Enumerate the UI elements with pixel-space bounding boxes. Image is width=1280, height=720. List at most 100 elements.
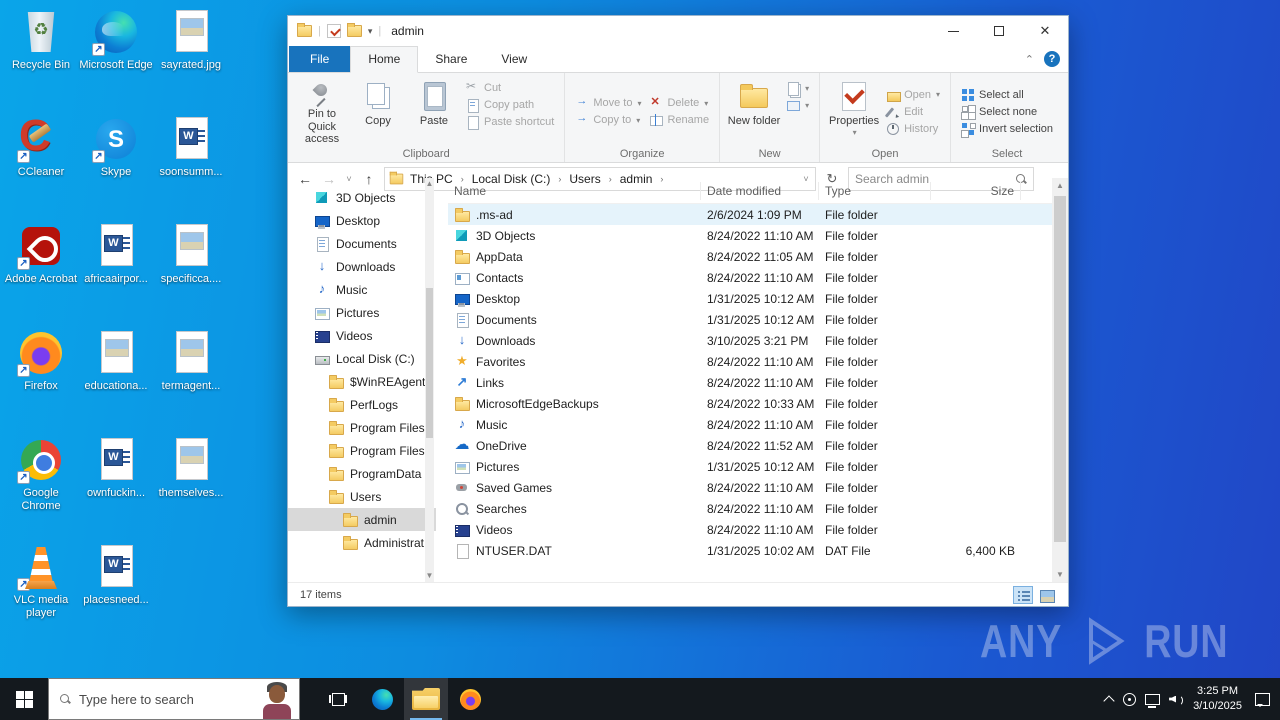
- desktop-icon-placesneed[interactable]: placesneed...: [79, 543, 153, 607]
- nav-item-music[interactable]: ♪ Music: [288, 278, 436, 301]
- nav-item-3d-objects[interactable]: 3D Objects: [288, 186, 436, 209]
- tab-file[interactable]: File: [289, 46, 351, 72]
- large-icons-view-button[interactable]: [1036, 586, 1056, 604]
- tab-view[interactable]: View: [484, 47, 544, 72]
- desktop-icon-educationa[interactable]: educationa...: [79, 329, 153, 393]
- close-button[interactable]: ✕: [1022, 16, 1068, 46]
- network-icon[interactable]: [1145, 693, 1161, 708]
- properties-button[interactable]: Properties ▾: [826, 77, 882, 146]
- task-view-button[interactable]: [316, 678, 360, 720]
- nav-item-administrat[interactable]: Administrat: [288, 531, 436, 554]
- maximize-button[interactable]: [976, 16, 1022, 46]
- desktop-icon-ownfuckin[interactable]: ownfuckin...: [79, 436, 153, 500]
- nav-item-admin[interactable]: admin: [288, 508, 436, 531]
- cut-button[interactable]: Cut: [466, 79, 554, 95]
- desktop-icon-vlc-media-player[interactable]: ↗ VLC media player: [4, 543, 78, 620]
- action-center-icon[interactable]: [1255, 692, 1270, 707]
- file-row-ntuser-dat[interactable]: NTUSER.DAT 1/31/2025 10:02 AM DAT File 6,40…: [448, 540, 1068, 561]
- file-row-pictures[interactable]: Pictures 1/31/2025 10:12 AM File folder: [448, 456, 1068, 477]
- desktop-icon-africaairpor[interactable]: africaairpor...: [79, 222, 153, 286]
- file-row-searches[interactable]: Searches 8/24/2022 11:10 AM File folder: [448, 498, 1068, 519]
- qat-folder-icon[interactable]: [297, 23, 312, 37]
- nav-item-documents[interactable]: Documents: [288, 232, 436, 255]
- select-all-button[interactable]: Select all: [961, 88, 1053, 102]
- minimize-button[interactable]: [930, 16, 976, 46]
- desktop-icon-soonsumm[interactable]: soonsumm...: [154, 115, 228, 179]
- nav-item-perflogs[interactable]: PerfLogs: [288, 393, 436, 416]
- copy-path-button[interactable]: Copy path: [466, 98, 554, 113]
- qat-new-folder-icon[interactable]: [346, 23, 362, 37]
- desktop-icon-recycle-bin[interactable]: Recycle Bin: [4, 8, 78, 72]
- file-row-appdata[interactable]: AppData 8/24/2022 11:05 AM File folder: [448, 246, 1068, 267]
- file-row-onedrive[interactable]: ☁ OneDrive 8/24/2022 11:52 AM File folder: [448, 435, 1068, 456]
- file-row-ms-ad[interactable]: .ms-ad 2/6/2024 1:09 PM File folder: [448, 204, 1068, 225]
- copy-to-button[interactable]: Copy to▾: [575, 112, 641, 127]
- list-scroll-up-icon[interactable]: ▲: [1052, 178, 1068, 193]
- paste-button[interactable]: Paste: [406, 77, 462, 146]
- column-header-type[interactable]: Type: [819, 181, 931, 200]
- new-item-button[interactable]: ▾: [786, 81, 809, 96]
- qat-properties-icon[interactable]: [326, 24, 341, 38]
- file-row-links[interactable]: ↗ Links 8/24/2022 11:10 AM File folder: [448, 372, 1068, 393]
- desktop-icon-google-chrome[interactable]: ↗ Google Chrome: [4, 436, 78, 513]
- taskbar-firefox-button[interactable]: [448, 678, 492, 720]
- pin-to-quick-access-button[interactable]: Pin to Quick access: [294, 77, 350, 146]
- file-row-microsoftedgebackups[interactable]: MicrosoftEdgeBackups 8/24/2022 10:33 AM Fi…: [448, 393, 1068, 414]
- easy-access-button[interactable]: ▾: [786, 98, 809, 112]
- list-scroll-down-icon[interactable]: ▼: [1052, 567, 1068, 582]
- file-row-downloads[interactable]: ↓ Downloads 3/10/2025 3:21 PM File folder: [448, 330, 1068, 351]
- desktop-icon-sayrated-jpg[interactable]: sayrated.jpg: [154, 8, 228, 72]
- volume-icon[interactable]: [1169, 693, 1184, 706]
- nav-scroll-up-icon[interactable]: ▲: [425, 178, 434, 190]
- move-to-button[interactable]: Move to▾: [575, 95, 641, 110]
- select-none-button[interactable]: Select none: [961, 105, 1053, 119]
- file-row-favorites[interactable]: ★ Favorites 8/24/2022 11:10 AM File folder: [448, 351, 1068, 372]
- file-row-videos[interactable]: Videos 8/24/2022 11:10 AM File folder: [448, 519, 1068, 540]
- file-row-contacts[interactable]: Contacts 8/24/2022 11:10 AM File folder: [448, 267, 1068, 288]
- nav-item-pictures[interactable]: Pictures: [288, 301, 436, 324]
- column-header-size[interactable]: Size: [931, 181, 1021, 200]
- details-view-button[interactable]: [1013, 585, 1033, 604]
- file-row-3d-objects[interactable]: 3D Objects 8/24/2022 11:10 AM File folder: [448, 225, 1068, 246]
- invert-selection-button[interactable]: Invert selection: [961, 122, 1053, 136]
- copy-button[interactable]: Copy: [350, 77, 406, 146]
- list-scroll-thumb[interactable]: [1054, 196, 1066, 542]
- desktop-icon-firefox[interactable]: ↗ Firefox: [4, 329, 78, 393]
- nav-item-users[interactable]: Users: [288, 485, 436, 508]
- nav-scroll-thumb[interactable]: [426, 288, 433, 438]
- nav-item-local-disk-c[interactable]: Local Disk (C:): [288, 347, 436, 370]
- desktop-icon-adobe-acrobat[interactable]: ↗ Adobe Acrobat: [4, 222, 78, 286]
- nav-item-programdata[interactable]: ProgramData: [288, 462, 436, 485]
- nav-item-winreagent[interactable]: $WinREAgent: [288, 370, 436, 393]
- file-row-music[interactable]: ♪ Music 8/24/2022 11:10 AM File folder: [448, 414, 1068, 435]
- desktop-icon-microsoft-edge[interactable]: ↗ Microsoft Edge: [79, 8, 153, 72]
- taskbar-edge-button[interactable]: [360, 678, 404, 720]
- nav-item-desktop[interactable]: Desktop: [288, 209, 436, 232]
- desktop-icon-ccleaner[interactable]: ↗ CCleaner: [4, 111, 78, 179]
- delete-button[interactable]: Delete▾: [649, 95, 709, 110]
- paste-shortcut-button[interactable]: Paste shortcut: [466, 115, 554, 130]
- open-button[interactable]: Open ▾: [886, 88, 940, 102]
- title-bar[interactable]: | ▾ | admin ✕: [288, 16, 1068, 46]
- nav-scrollbar[interactable]: ▲ ▼: [425, 178, 434, 582]
- collapse-ribbon-icon[interactable]: ⌃: [1025, 53, 1034, 66]
- clock[interactable]: 3:25 PM 3/10/2025: [1193, 684, 1242, 714]
- tray-app-icon[interactable]: [1123, 692, 1137, 706]
- nav-scroll-down-icon[interactable]: ▼: [425, 570, 434, 582]
- taskbar-file-explorer-button[interactable]: [404, 678, 448, 720]
- file-row-saved-games[interactable]: Saved Games 8/24/2022 11:10 AM File folder: [448, 477, 1068, 498]
- desktop-icon-themselves[interactable]: themselves...: [154, 436, 228, 500]
- nav-item-downloads[interactable]: ↓ Downloads: [288, 255, 436, 278]
- file-row-desktop[interactable]: Desktop 1/31/2025 10:12 AM File folder: [448, 288, 1068, 309]
- file-row-documents[interactable]: Documents 1/31/2025 10:12 AM File folder: [448, 309, 1068, 330]
- tray-chevron-icon[interactable]: [1104, 694, 1114, 704]
- nav-item-videos[interactable]: Videos: [288, 324, 436, 347]
- column-header-date-modified[interactable]: Date modified: [701, 181, 819, 200]
- history-button[interactable]: History: [886, 122, 940, 136]
- rename-button[interactable]: Rename: [649, 113, 709, 127]
- tab-home[interactable]: Home: [350, 46, 419, 73]
- nav-item-program-files[interactable]: Program Files: [288, 416, 436, 439]
- start-button[interactable]: [0, 678, 48, 720]
- nav-item-program-files[interactable]: Program Files: [288, 439, 436, 462]
- list-scrollbar[interactable]: ▲ ▼: [1052, 178, 1068, 582]
